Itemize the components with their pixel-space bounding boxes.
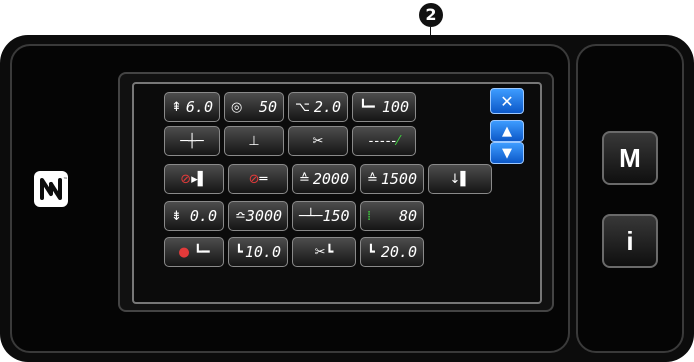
info-button[interactable]: i	[602, 214, 658, 268]
feed-icon: ⌥	[295, 99, 310, 115]
speed-min-button[interactable]: ≙ 1500	[360, 164, 424, 194]
feed-amount-value: 2.0	[313, 98, 341, 116]
wiper-off-button[interactable]: ⊘ ▸▌	[164, 164, 224, 194]
scroll-down-button[interactable]: ▼	[490, 142, 524, 164]
speed-min-value: 1500	[380, 170, 417, 188]
close-button[interactable]: ✕	[490, 88, 524, 114]
foot-lift-height-button[interactable]: ┗ 10.0	[228, 237, 288, 267]
lcd-screen: ⇞ 6.0 ◎ 50 ⌥ 2.0 ┗━ 100 ─┼─ ⊥ ✂ -----⁄	[118, 72, 554, 312]
needle-down-icon: ─┼─	[180, 133, 204, 149]
svg-text:™: ™	[63, 177, 68, 183]
up-arrow-icon: ▲	[502, 123, 512, 139]
foot-lift-off-button[interactable]: ● ┗━	[164, 237, 224, 267]
presser-foot-pressure-button[interactable]: ┗━ 100	[352, 92, 416, 122]
setting-panel: ⇞ 6.0 ◎ 50 ⌥ 2.0 ┗━ 100 ─┼─ ⊥ ✂ -----⁄	[132, 82, 542, 304]
count-value: 80	[398, 207, 417, 225]
trim-foot-button[interactable]: ✂┗	[292, 237, 356, 267]
thread-trim-off-button[interactable]: ⊘ ═	[228, 164, 288, 194]
foot-height-button[interactable]: ┗ 20.0	[360, 237, 424, 267]
stitch-length-icon: ⇞	[171, 99, 182, 115]
needle-position-icon: ─┴─	[299, 208, 323, 224]
thread-tension-button[interactable]: ◎ 50	[224, 92, 284, 122]
needle-up-icon: ⊥	[248, 133, 260, 149]
foot-height-value: 20.0	[380, 243, 417, 261]
count-icon: ⁞	[367, 208, 372, 224]
presser-foot-icon: ┗━	[359, 99, 375, 115]
feed-amount-button[interactable]: ⌥ 2.0	[288, 92, 348, 122]
needle-gap-button[interactable]: ⇟ 0.0	[164, 201, 224, 231]
wiper-disabled-icon: ⊘ ▸▌	[180, 171, 208, 187]
close-icon: ✕	[500, 91, 514, 111]
foot-lift-icon: ┗	[235, 244, 243, 260]
stitch-length-value: 6.0	[185, 98, 213, 116]
thread-tension-value: 50	[258, 98, 277, 116]
stitch-length-button[interactable]: ⇞ 6.0	[164, 92, 220, 122]
needle-position-value: 150	[322, 207, 350, 225]
foot-lift-height-value: 10.0	[244, 243, 281, 261]
speed-low-icon: ≙	[367, 171, 378, 187]
scroll-up-button[interactable]: ▲	[490, 120, 524, 142]
count-button[interactable]: ⁞ 80	[360, 201, 424, 231]
side-key-bezel	[576, 44, 684, 353]
foot-height-icon: ┗	[367, 244, 375, 260]
speed-max-value: 2000	[312, 170, 349, 188]
thread-trim-setting-button[interactable]: ----- ⁄	[352, 126, 416, 156]
needle-gap-value: 0.0	[189, 207, 217, 225]
scissors-icon: ✂	[312, 133, 324, 149]
foot-lift-disabled-icon: ● ┗━	[178, 244, 210, 260]
needle-down-button[interactable]: ─┼─	[164, 126, 220, 156]
presser-foot-value: 100	[381, 98, 409, 116]
sewing-speed-icon: ≏	[235, 208, 246, 224]
speed-max-button[interactable]: ≙ 2000	[292, 164, 356, 194]
trim-disabled-icon: ⊘ ═	[248, 171, 268, 187]
needle-up-button[interactable]: ⊥	[224, 126, 284, 156]
menu-button[interactable]: M	[602, 131, 658, 185]
nfc-icon: ™	[34, 171, 68, 207]
dashed-line-check-icon: ----- ⁄	[368, 133, 400, 149]
speed-icon: ≙	[299, 171, 310, 187]
trim-foot-icon: ✂┗	[314, 244, 334, 260]
down-arrow-icon: ▼	[502, 145, 512, 161]
needle-gap-icon: ⇟	[171, 208, 182, 224]
reverse-feed-icon: ↓▌	[449, 171, 471, 187]
sewing-speed-value: 3000	[245, 207, 283, 225]
needle-position-button[interactable]: ─┴─ 150	[292, 201, 356, 231]
thread-trim-button[interactable]: ✂	[288, 126, 348, 156]
tension-dial-icon: ◎	[231, 99, 243, 115]
sewing-speed-button[interactable]: ≏ 3000	[228, 201, 288, 231]
reverse-feed-button[interactable]: ↓▌	[428, 164, 492, 194]
callout-badge: 2	[419, 3, 443, 27]
